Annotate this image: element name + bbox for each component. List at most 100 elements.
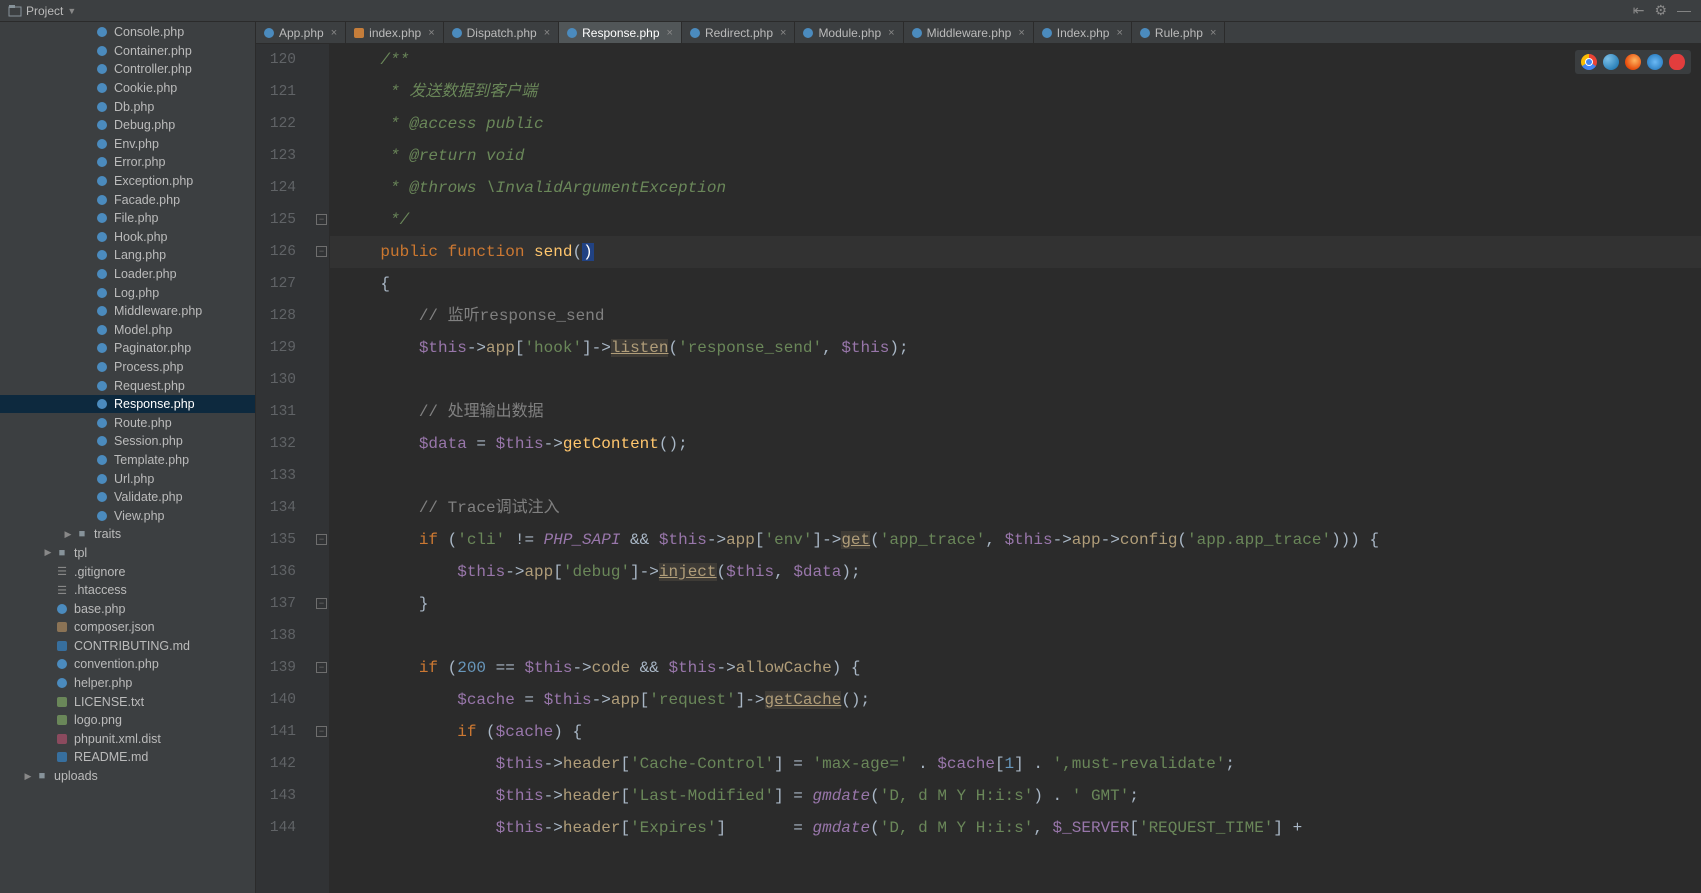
edge-icon[interactable] bbox=[1603, 54, 1619, 70]
tree-item[interactable]: CONTRIBUTING.md bbox=[0, 637, 255, 656]
project-label: Project bbox=[26, 4, 63, 18]
tree-item[interactable]: Console.php bbox=[0, 23, 255, 42]
xml-icon bbox=[54, 734, 70, 744]
tree-item[interactable]: ▶■tpl bbox=[0, 544, 255, 563]
tree-item[interactable]: File.php bbox=[0, 209, 255, 228]
close-icon[interactable]: × bbox=[1210, 27, 1216, 39]
tree-item[interactable]: Template.php bbox=[0, 451, 255, 470]
tree-item[interactable]: View.php bbox=[0, 506, 255, 525]
tree-item-label: Request.php bbox=[114, 379, 185, 393]
tab-label: App.php bbox=[279, 26, 324, 40]
tab-label: Redirect.php bbox=[705, 26, 773, 40]
tree-item[interactable]: Loader.php bbox=[0, 265, 255, 284]
close-icon[interactable]: × bbox=[780, 27, 786, 39]
tree-item[interactable]: Route.php bbox=[0, 413, 255, 432]
tree-item[interactable]: composer.json bbox=[0, 618, 255, 637]
opera-icon[interactable] bbox=[1669, 54, 1685, 70]
tree-item[interactable]: Debug.php bbox=[0, 116, 255, 135]
tree-item[interactable]: ☰.htaccess bbox=[0, 581, 255, 600]
close-icon[interactable]: × bbox=[667, 27, 673, 39]
tree-item[interactable]: Validate.php bbox=[0, 488, 255, 507]
fold-toggle[interactable]: − bbox=[316, 662, 327, 673]
editor-tab[interactable]: Module.php× bbox=[795, 22, 903, 43]
tree-item[interactable]: Process.php bbox=[0, 358, 255, 377]
tree-item[interactable]: helper.php bbox=[0, 674, 255, 693]
tree-item-label: Exception.php bbox=[114, 174, 193, 188]
tree-item-label: convention.php bbox=[74, 657, 159, 671]
fold-column[interactable]: − − − − − − bbox=[314, 44, 330, 893]
project-selector[interactable]: Project ▼ bbox=[0, 4, 84, 18]
code-editor[interactable]: /** * 发送数据到客户端 * @access public * @retur… bbox=[330, 44, 1701, 893]
php-icon bbox=[94, 27, 110, 37]
close-icon[interactable]: × bbox=[331, 27, 337, 39]
tree-item[interactable]: Log.php bbox=[0, 283, 255, 302]
php-icon bbox=[94, 381, 110, 391]
gear-icon[interactable]: ⚙ bbox=[1654, 2, 1667, 19]
tree-item[interactable]: Request.php bbox=[0, 376, 255, 395]
fold-toggle[interactable]: − bbox=[316, 534, 327, 545]
tab-label: Dispatch.php bbox=[467, 26, 537, 40]
tree-item[interactable]: Paginator.php bbox=[0, 339, 255, 358]
tree-item[interactable]: Lang.php bbox=[0, 246, 255, 265]
tree-item[interactable]: Response.php bbox=[0, 395, 255, 414]
safari-icon[interactable] bbox=[1647, 54, 1663, 70]
tree-item[interactable]: Facade.php bbox=[0, 190, 255, 209]
tree-item[interactable]: Hook.php bbox=[0, 228, 255, 247]
tree-item[interactable]: ▶■traits bbox=[0, 525, 255, 544]
tree-item[interactable]: README.md bbox=[0, 748, 255, 767]
tree-item[interactable]: ▶■uploads bbox=[0, 767, 255, 786]
tree-item[interactable]: phpunit.xml.dist bbox=[0, 730, 255, 749]
editor-tab[interactable]: Middleware.php× bbox=[904, 22, 1034, 43]
tree-item[interactable]: convention.php bbox=[0, 655, 255, 674]
tree-item[interactable]: base.php bbox=[0, 599, 255, 618]
tab-label: Response.php bbox=[582, 26, 659, 40]
tree-item[interactable]: Exception.php bbox=[0, 172, 255, 191]
tree-item-label: Container.php bbox=[114, 44, 192, 58]
tree-item-label: Hook.php bbox=[114, 230, 168, 244]
tree-item[interactable]: Cookie.php bbox=[0, 79, 255, 98]
php-icon bbox=[94, 176, 110, 186]
fold-toggle[interactable]: − bbox=[316, 598, 327, 609]
editor-tab[interactable]: Index.php× bbox=[1034, 22, 1132, 43]
close-icon[interactable]: × bbox=[888, 27, 894, 39]
project-tree[interactable]: Console.php Container.php Controller.phpCo… bbox=[0, 22, 256, 893]
tree-item-label: Log.php bbox=[114, 286, 159, 300]
chrome-icon[interactable] bbox=[1581, 54, 1597, 70]
editor-tab[interactable]: Rule.php× bbox=[1132, 22, 1225, 43]
tree-item[interactable]: Env.php bbox=[0, 135, 255, 154]
close-icon[interactable]: × bbox=[1116, 27, 1122, 39]
tree-item[interactable]: Url.php bbox=[0, 469, 255, 488]
hide-icon[interactable]: — bbox=[1677, 2, 1691, 19]
editor-tab[interactable]: Dispatch.php × bbox=[444, 22, 559, 43]
close-icon[interactable]: × bbox=[428, 27, 434, 39]
editor-tab[interactable]: App.php × bbox=[256, 22, 346, 43]
tree-item[interactable]: ☰.gitignore bbox=[0, 562, 255, 581]
fold-toggle[interactable]: − bbox=[316, 246, 327, 257]
line-gutter: 1201211221231241251261271281291301311321… bbox=[256, 44, 314, 893]
tree-item[interactable]: LICENSE.txt bbox=[0, 692, 255, 711]
tree-item[interactable]: Controller.php bbox=[0, 60, 255, 79]
tree-item[interactable]: Model.php bbox=[0, 321, 255, 340]
md-icon bbox=[54, 752, 70, 762]
tree-item[interactable]: Session.php bbox=[0, 432, 255, 451]
project-icon bbox=[8, 4, 22, 18]
editor-tab[interactable]: Response.php × bbox=[559, 22, 682, 43]
editor-tab[interactable]: index.php× bbox=[346, 22, 443, 43]
tree-item[interactable]: Container.php bbox=[0, 42, 255, 61]
tree-item-label: Env.php bbox=[114, 137, 159, 151]
fold-toggle[interactable]: − bbox=[316, 726, 327, 737]
close-icon[interactable]: × bbox=[1018, 27, 1024, 39]
php-icon bbox=[94, 213, 110, 223]
tree-item-label: logo.png bbox=[74, 713, 122, 727]
tree-item[interactable]: Error.php bbox=[0, 153, 255, 172]
firefox-icon[interactable] bbox=[1625, 54, 1641, 70]
tree-item[interactable]: Middleware.php bbox=[0, 302, 255, 321]
php-icon bbox=[94, 325, 110, 335]
editor-tab[interactable]: Redirect.php × bbox=[682, 22, 795, 43]
collapse-icon[interactable]: ⇤ bbox=[1633, 2, 1645, 19]
tree-item-label: .htaccess bbox=[74, 583, 127, 597]
tree-item[interactable]: logo.png bbox=[0, 711, 255, 730]
close-icon[interactable]: × bbox=[544, 27, 550, 39]
fold-toggle[interactable]: − bbox=[316, 214, 327, 225]
tree-item[interactable]: Db.php bbox=[0, 97, 255, 116]
